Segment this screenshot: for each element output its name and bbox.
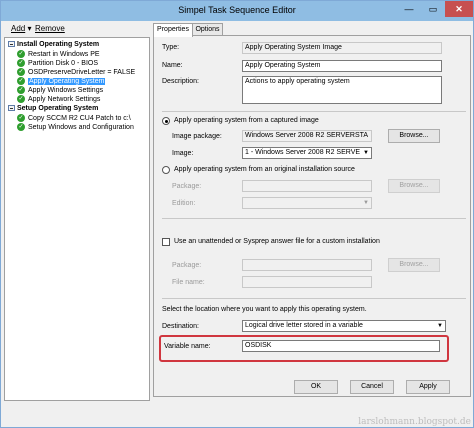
minimize-button[interactable]: — (397, 1, 421, 17)
variable-name-label: Variable name: (164, 343, 211, 350)
location-instructions: Select the location where you want to ap… (162, 306, 367, 313)
destination-select[interactable]: Logical drive letter stored in a variabl… (242, 320, 446, 332)
unattend-checkbox[interactable] (162, 238, 170, 246)
tab-properties[interactable]: Properties (153, 23, 193, 37)
maximize-button[interactable]: ▭ (421, 1, 445, 17)
cancel-button[interactable]: Cancel (350, 380, 394, 394)
edition-label: Edition: (172, 200, 196, 207)
image-select[interactable]: 1 - Windows Server 2008 R2 SERVE ▼ (242, 147, 372, 159)
tree-step-label: OSDPreserveDriveLetter = FALSE (28, 69, 136, 76)
remove-menu-label: Remove (35, 24, 65, 33)
tree-step-label: Partition Disk 0 - BIOS (28, 60, 99, 67)
check-icon: ✓ (17, 77, 25, 86)
type-label: Type: (162, 44, 180, 51)
package-browse-button[interactable]: Browse... (388, 179, 440, 193)
description-field[interactable]: Actions to apply operating system (242, 76, 442, 104)
package-label: Package: (172, 183, 202, 190)
chevron-down-icon: ▾ (27, 24, 32, 33)
image-select-value: 1 - Windows Server 2008 R2 SERVE (245, 149, 361, 156)
radio-original-source-label: Apply operating system from an original … (174, 166, 355, 173)
tree-step-label: Apply Windows Settings (28, 87, 104, 94)
divider (162, 111, 466, 112)
description-label: Description: (162, 78, 199, 85)
package-field (242, 180, 372, 192)
type-field: Apply Operating System Image (242, 42, 442, 54)
tree-step[interactable]: ✓ Setup Windows and Configuration (17, 123, 134, 132)
close-button[interactable]: ✕ (445, 1, 473, 17)
destination-label: Destination: (162, 323, 199, 330)
destination-select-value: Logical drive letter stored in a variabl… (245, 322, 363, 329)
blog-watermark: larslohmann.blogspot.de (358, 417, 471, 427)
check-icon: ✓ (17, 68, 25, 77)
radio-captured-image-label: Apply operating system from a captured i… (174, 117, 319, 124)
chevron-down-icon: ▼ (363, 150, 369, 156)
radio-original-source[interactable] (162, 166, 170, 174)
ok-button[interactable]: OK (294, 380, 338, 394)
image-package-field: Windows Server 2008 R2 SERVERSTA (242, 130, 372, 142)
variable-name-field[interactable]: OSDISK (242, 340, 440, 352)
tree-step[interactable]: ✓ Restart in Windows PE (17, 50, 100, 59)
check-icon: ✓ (17, 95, 25, 104)
tree-group-install[interactable]: Install Operating System (8, 40, 99, 49)
name-field[interactable]: Apply Operating System (242, 60, 442, 72)
name-label: Name: (162, 62, 183, 69)
add-menu-label: Add (11, 24, 26, 33)
remove-menu[interactable]: Remove (35, 24, 65, 33)
title-bar: Simpel Task Sequence Editor — ▭ ✕ (1, 1, 473, 21)
image-label: Image: (172, 150, 194, 157)
add-menu[interactable]: Add ▾ (11, 24, 31, 33)
edition-select[interactable]: ▼ (242, 197, 372, 209)
editor-window: Simpel Task Sequence Editor — ▭ ✕ Add ▾ … (0, 0, 474, 428)
tree-step[interactable]: ✓ Copy SCCM R2 CU4 Patch to c:\ (17, 114, 131, 123)
tree-group-setup[interactable]: Setup Operating System (8, 104, 98, 113)
menu-bar: Add ▾ Remove (3, 22, 153, 36)
task-sequence-tree[interactable]: Install Operating System ✓ Restart in Win… (4, 37, 150, 401)
check-icon: ✓ (17, 86, 25, 95)
tree-step[interactable]: ✓ Partition Disk 0 - BIOS (17, 59, 98, 68)
tree-step[interactable]: ✓ OSDPreserveDriveLetter = FALSE (17, 68, 135, 77)
tree-step[interactable]: ✓ Apply Windows Settings (17, 86, 103, 95)
tree-step-label: Copy SCCM R2 CU4 Patch to c:\ (28, 115, 131, 122)
apply-button[interactable]: Apply (406, 380, 450, 394)
tree-step-label: Apply Operating System (28, 78, 106, 85)
file-name-field (242, 276, 372, 288)
check-icon: ✓ (17, 50, 25, 59)
answer-browse-button[interactable]: Browse... (388, 258, 440, 272)
divider (162, 298, 466, 299)
check-icon: ✓ (17, 123, 25, 132)
answer-package-field (242, 259, 372, 271)
tree-group-label: Setup Operating System (17, 105, 99, 112)
tree-step[interactable]: ✓ Apply Network Settings (17, 95, 100, 104)
tree-step-label: Restart in Windows PE (28, 51, 100, 58)
divider (162, 218, 466, 219)
image-package-label: Image package: (172, 133, 222, 140)
tree-step-selected[interactable]: ✓ Apply Operating System (17, 77, 106, 86)
check-icon: ✓ (17, 59, 25, 68)
image-package-browse-button[interactable]: Browse... (388, 129, 440, 143)
tree-step-label: Apply Network Settings (28, 96, 101, 103)
chevron-down-icon: ▼ (363, 200, 369, 206)
chevron-down-icon: ▼ (437, 323, 443, 329)
collapse-icon[interactable] (8, 41, 15, 48)
radio-captured-image[interactable] (162, 117, 170, 125)
tree-group-label: Install Operating System (17, 41, 100, 48)
properties-panel: Type: Apply Operating System Image Name:… (153, 35, 471, 397)
collapse-icon[interactable] (8, 105, 15, 112)
unattend-checkbox-label: Use an unattended or Sysprep answer file… (174, 238, 380, 245)
tree-step-label: Setup Windows and Configuration (28, 124, 134, 131)
file-name-label: File name: (172, 279, 205, 286)
answer-package-label: Package: (172, 262, 202, 269)
check-icon: ✓ (17, 114, 25, 123)
